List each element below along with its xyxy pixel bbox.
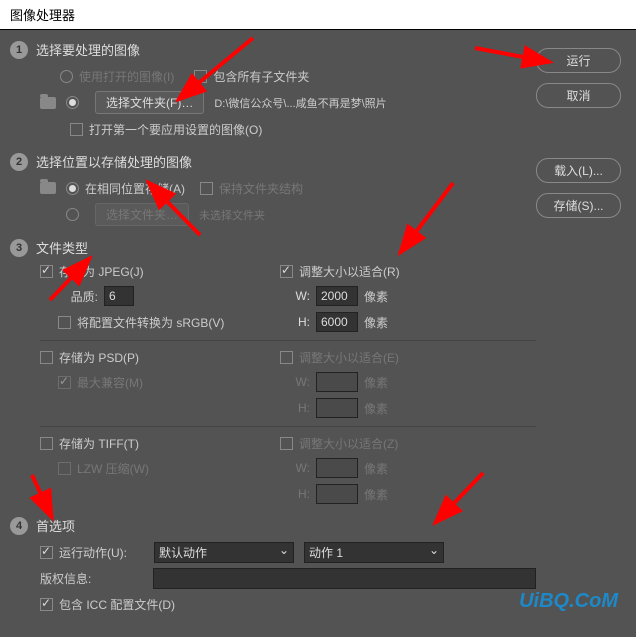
label-resize-r: 调整大小以适合(R) — [299, 263, 400, 280]
checkbox-icc[interactable] — [40, 598, 53, 611]
checkbox-srgb[interactable] — [58, 316, 71, 329]
dest-no-folder: 未选择文件夹 — [199, 207, 265, 223]
unit-px1: 像素 — [364, 288, 388, 305]
load-button[interactable]: 载入(L)... — [536, 158, 621, 183]
label-quality: 品质: — [58, 288, 98, 305]
save-button[interactable]: 存储(S)... — [536, 193, 621, 218]
label-resize-z: 调整大小以适合(Z) — [299, 435, 398, 452]
window-title: 图像处理器 — [0, 0, 636, 30]
watermark: UiBQ.CoM — [519, 590, 618, 613]
label-psd: 存储为 PSD(P) — [59, 349, 139, 366]
action-set-select[interactable]: 默认动作 — [154, 542, 294, 563]
folder-path: D:\微信公众号\...咸鱼不再是梦\照片 — [214, 95, 386, 111]
section4-title: 首选项 — [36, 516, 75, 535]
badge-2: 2 — [10, 153, 28, 171]
dest-select-folder-button[interactable]: 选择文件夹… — [95, 203, 189, 226]
label-h-psd: H: — [280, 401, 310, 415]
badge-1: 1 — [10, 41, 28, 59]
checkbox-resize-r[interactable] — [280, 265, 293, 278]
folder-icon — [40, 97, 56, 109]
label-run-action: 运行动作(U): — [59, 544, 154, 561]
radio-use-open[interactable] — [60, 70, 73, 83]
section-preferences: 4 首选项 运行动作(U): 默认动作 动作 1 版权信息: 包含 ICC 配置… — [10, 516, 536, 615]
label-copyright: 版权信息: — [40, 570, 153, 587]
label-tiff: 存储为 TIFF(T) — [59, 435, 139, 452]
folder-icon — [40, 182, 56, 194]
checkbox-tiff[interactable] — [40, 437, 53, 450]
label-resize-e: 调整大小以适合(E) — [299, 349, 399, 366]
section2-title: 选择位置以存储处理的图像 — [36, 152, 192, 171]
unit-px4: 像素 — [364, 400, 388, 417]
section1-title: 选择要处理的图像 — [36, 40, 140, 59]
jpeg-w-input[interactable] — [316, 286, 358, 306]
run-button[interactable]: 运行 — [536, 48, 621, 73]
unit-px2: 像素 — [364, 314, 388, 331]
unit-px5: 像素 — [364, 460, 388, 477]
checkbox-maxcompat — [58, 376, 71, 389]
label-h-tiff: H: — [280, 487, 310, 501]
checkbox-jpeg[interactable] — [40, 265, 53, 278]
checkbox-run-action[interactable] — [40, 546, 53, 559]
label-same-location: 在相同位置存储(A) — [85, 180, 185, 197]
label-lzw: LZW 压缩(W) — [77, 460, 149, 477]
checkbox-open-first[interactable] — [70, 123, 83, 136]
radio-same-location[interactable] — [66, 182, 79, 195]
checkbox-psd[interactable] — [40, 351, 53, 364]
label-maxcompat: 最大兼容(M) — [77, 374, 143, 391]
section-source: 1 选择要处理的图像 使用打开的图像(I) 包含所有子文件夹 选择文件夹(F)…… — [10, 40, 536, 140]
quality-input[interactable] — [104, 286, 134, 306]
badge-4: 4 — [10, 517, 28, 535]
action-select[interactable]: 动作 1 — [304, 542, 444, 563]
label-jpeg: 存储为 JPEG(J) — [59, 263, 144, 280]
checkbox-include-sub[interactable] — [194, 70, 207, 83]
label-include-sub: 包含所有子文件夹 — [213, 68, 309, 85]
badge-3: 3 — [10, 239, 28, 257]
checkbox-resize-e — [280, 351, 293, 364]
label-keep-struct: 保持文件夹结构 — [219, 180, 303, 197]
copyright-input[interactable] — [153, 568, 536, 589]
section-filetype: 3 文件类型 存储为 JPEG(J) 调整大小以适合(R) 品质: W: — [10, 238, 536, 504]
label-icc: 包含 ICC 配置文件(D) — [59, 596, 175, 613]
section3-title: 文件类型 — [36, 238, 88, 257]
section-destination: 2 选择位置以存储处理的图像 在相同位置存储(A) 保持文件夹结构 选择文件夹…… — [10, 152, 536, 226]
radio-select-folder[interactable] — [66, 96, 79, 109]
checkbox-lzw — [58, 462, 71, 475]
unit-px3: 像素 — [364, 374, 388, 391]
label-w-tiff: W: — [280, 461, 310, 475]
jpeg-h-input[interactable] — [316, 312, 358, 332]
unit-px6: 像素 — [364, 486, 388, 503]
checkbox-resize-z — [280, 437, 293, 450]
checkbox-keep-struct[interactable] — [200, 182, 213, 195]
psd-w-input — [316, 372, 358, 392]
select-folder-button[interactable]: 选择文件夹(F)… — [95, 91, 204, 114]
label-h-jpeg: H: — [280, 315, 310, 329]
tiff-w-input — [316, 458, 358, 478]
label-open-first: 打开第一个要应用设置的图像(O) — [89, 121, 262, 138]
psd-h-input — [316, 398, 358, 418]
cancel-button[interactable]: 取消 — [536, 83, 621, 108]
label-srgb: 将配置文件转换为 sRGB(V) — [77, 314, 224, 331]
radio-dest-folder[interactable] — [66, 208, 79, 221]
label-w-jpeg: W: — [280, 289, 310, 303]
label-use-open: 使用打开的图像(I) — [79, 68, 174, 85]
tiff-h-input — [316, 484, 358, 504]
label-w-psd: W: — [280, 375, 310, 389]
